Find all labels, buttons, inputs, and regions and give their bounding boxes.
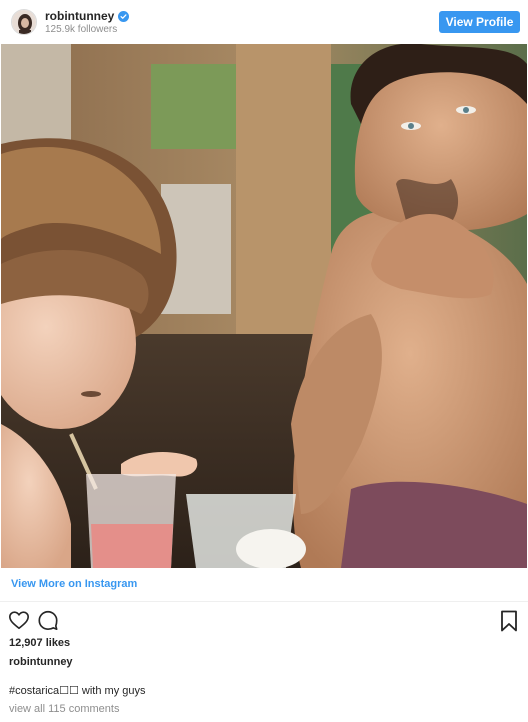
- bookmark-icon[interactable]: [499, 610, 519, 632]
- verified-badge-icon: [118, 10, 130, 22]
- post-header: robintunney 125.9k followers View Profil…: [0, 0, 528, 44]
- username-row: robintunney: [45, 9, 130, 23]
- caption-username[interactable]: robintunney: [9, 656, 73, 668]
- like-count: 12,907 likes: [9, 637, 71, 649]
- photo-image: [1, 44, 527, 568]
- heart-icon[interactable]: [8, 609, 30, 631]
- avatar[interactable]: [11, 9, 37, 35]
- divider: [0, 601, 528, 602]
- caption-text: #costarica☐☐ with my guys: [9, 685, 146, 697]
- follower-count: 125.9k followers: [45, 24, 118, 35]
- view-all-comments-link[interactable]: view all 115 comments: [9, 703, 119, 715]
- view-more-link[interactable]: View More on Instagram: [11, 578, 137, 590]
- comment-icon[interactable]: [37, 609, 59, 631]
- post-photo[interactable]: [1, 44, 527, 568]
- instagram-embed-card: robintunney 125.9k followers View Profil…: [0, 0, 528, 722]
- username[interactable]: robintunney: [45, 9, 114, 23]
- view-profile-button[interactable]: View Profile: [439, 11, 520, 33]
